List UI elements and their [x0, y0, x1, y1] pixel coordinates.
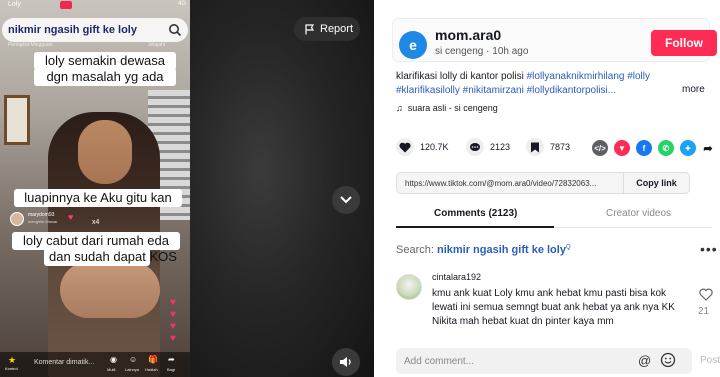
- description-text: klarifikasi lolly di kantor polisi: [396, 71, 527, 82]
- live-comment-placeholder: Komentar dimatik...: [34, 359, 95, 366]
- comment-count: 2123: [490, 142, 511, 152]
- live-badge: [60, 1, 72, 9]
- tabs: Comments (2123) Creator videos: [396, 202, 712, 228]
- author-meta: si cengeng · 10h ago: [435, 46, 529, 57]
- video-url: https://www.tiktok.com/@mom.ara0/video/7…: [405, 179, 597, 188]
- gift-count: x4: [92, 219, 100, 226]
- next-video-button[interactable]: [332, 186, 360, 214]
- gift-icon: 🎁: [148, 355, 158, 364]
- tiktok-video-page: Loly 4G nikmir ngasih gift ke loly Perin…: [0, 0, 720, 377]
- music-link[interactable]: ♫ suara asli - si cengeng: [396, 103, 498, 113]
- gift-sender-sub: mengirim Mawar: [28, 219, 58, 224]
- gift-sender-name: marydom93: [28, 212, 55, 218]
- explore-label: Jelajahi: [148, 42, 165, 48]
- author-card: e mom.ara0 si cengeng · 10h ago Follow: [392, 18, 717, 62]
- more-icon: ☺: [129, 355, 138, 364]
- gift-heart-icon: ♥: [68, 212, 74, 222]
- active-tab-indicator: [396, 226, 554, 228]
- multi-label: Multi: [107, 367, 116, 372]
- description-hashtags-2[interactable]: #klarifikasilolly #nikitamirzani #lollyd…: [396, 84, 666, 98]
- caption-line-3b: dan sudah dapat KOS: [44, 248, 177, 266]
- save-action[interactable]: 7873: [526, 138, 570, 156]
- volume-button[interactable]: [332, 348, 360, 376]
- music-note-icon: ♫: [396, 103, 403, 113]
- more-label: Lainnya: [125, 367, 140, 372]
- heart-icon: ♥: [170, 297, 176, 308]
- share-label: Bagi: [167, 367, 176, 372]
- comment-like-icon[interactable]: [696, 288, 716, 306]
- multi-icon: ◉: [110, 355, 117, 364]
- commenter-avatar[interactable]: [396, 274, 422, 300]
- video-frame[interactable]: Loly 4G nikmir ngasih gift ke loly Perin…: [0, 0, 190, 377]
- control-label: Kontrol: [5, 366, 18, 371]
- phone-status: 4G: [177, 1, 186, 7]
- embed-icon[interactable]: </>: [592, 140, 608, 156]
- tab-comments[interactable]: Comments (2123): [434, 208, 517, 219]
- in-video-search-bar: nikmir ngasih gift ke loly: [2, 18, 188, 42]
- gift-sender-avatar: [10, 212, 24, 226]
- like-action[interactable]: 120.7K: [396, 138, 449, 156]
- report-button[interactable]: Report: [294, 17, 360, 41]
- chevron-down-icon: [340, 196, 352, 204]
- add-comment-input[interactable]: [404, 352, 624, 370]
- mention-icon[interactable]: @: [638, 353, 651, 368]
- phone-time: Loly: [8, 1, 21, 8]
- live-bottom-bar: ★ Kontrol Komentar dimatik... ◉ Multi ☺ …: [0, 352, 190, 377]
- heart-icon: [396, 138, 414, 156]
- action-bar: 120.7K 2123 7873 </> ▼ f ✆ ✦ ➦: [396, 138, 713, 160]
- star-icon: ★: [8, 355, 17, 365]
- music-title: suara asli - si cengeng: [407, 103, 498, 113]
- comment-action[interactable]: 2123: [466, 138, 510, 156]
- person-face: [78, 120, 132, 184]
- gift-notification: marydom93 mengirim Mawar: [10, 210, 76, 232]
- report-label: Report: [320, 23, 354, 35]
- share-arrow-icon[interactable]: ➦: [700, 140, 716, 156]
- heart-icon: ♥: [170, 309, 176, 320]
- comment-composer: @: [396, 348, 692, 374]
- commenter-username[interactable]: cintalara192: [432, 272, 481, 282]
- save-count: 7873: [550, 142, 571, 152]
- like-count: 120.7K: [420, 142, 449, 152]
- twitter-icon[interactable]: ✦: [680, 140, 696, 156]
- details-panel: e mom.ara0 si cengeng · 10h ago Follow k…: [374, 0, 720, 377]
- share-arrow-icon: ➦: [168, 355, 175, 364]
- bookmark-icon: [526, 138, 544, 156]
- comment-like-count: 21: [698, 306, 710, 317]
- volume-icon: [340, 357, 351, 367]
- heart-icon: ♥: [170, 321, 176, 332]
- comment-text: kmu ank kuat Loly kmu ank hebat kmu past…: [432, 288, 675, 327]
- video-description: klarifikasi lolly di kantor polisi #loll…: [396, 70, 712, 84]
- more-link[interactable]: more: [682, 84, 705, 95]
- comment-search-suggestion[interactable]: Search: nikmir ngasih gift ke lolyQ: [396, 244, 571, 256]
- search-icon: [169, 24, 182, 37]
- wall-picture: [4, 95, 30, 145]
- follow-button[interactable]: Follow: [651, 30, 717, 56]
- heart-icon: ♥: [170, 333, 176, 344]
- in-video-search-query: nikmir ngasih gift ke loly: [8, 24, 137, 36]
- caption-line-2: luapinnya ke Aku gitu kan: [14, 189, 182, 207]
- search-prefix: Search:: [396, 244, 437, 256]
- post-button[interactable]: Post: [700, 355, 720, 366]
- person-hand: [60, 262, 160, 318]
- whatsapp-icon[interactable]: ✆: [658, 140, 674, 156]
- facebook-icon[interactable]: f: [636, 140, 652, 156]
- tab-creator-videos[interactable]: Creator videos: [606, 208, 671, 219]
- flag-icon: [305, 23, 315, 34]
- author-username[interactable]: mom.ara0: [435, 27, 501, 43]
- copy-link-button[interactable]: Copy link: [623, 173, 689, 193]
- description-hashtags[interactable]: #lollyanaknikmirhilang #lolly: [527, 71, 650, 82]
- video-pane: Loly 4G nikmir ngasih gift ke loly Perin…: [0, 0, 374, 377]
- floating-hearts: ♥ ♥ ♥ ♥: [170, 297, 182, 345]
- send-icon[interactable]: ▼: [614, 140, 630, 156]
- comment-icon: [466, 138, 484, 156]
- caption-line-1b: dgn masalah yg ada: [34, 68, 176, 86]
- video-link-box: https://www.tiktok.com/@mom.ara0/video/7…: [396, 172, 690, 194]
- more-options-icon[interactable]: •••: [700, 241, 718, 257]
- emoji-icon[interactable]: [660, 352, 676, 368]
- search-suffix-icon: Q: [565, 244, 571, 251]
- weekly-rank-label: Peringkat Mingguan: [8, 42, 53, 48]
- gift-label: Hadiah: [145, 367, 158, 372]
- search-query: nikmir ngasih gift ke loly: [436, 244, 566, 256]
- author-avatar[interactable]: e: [399, 31, 427, 59]
